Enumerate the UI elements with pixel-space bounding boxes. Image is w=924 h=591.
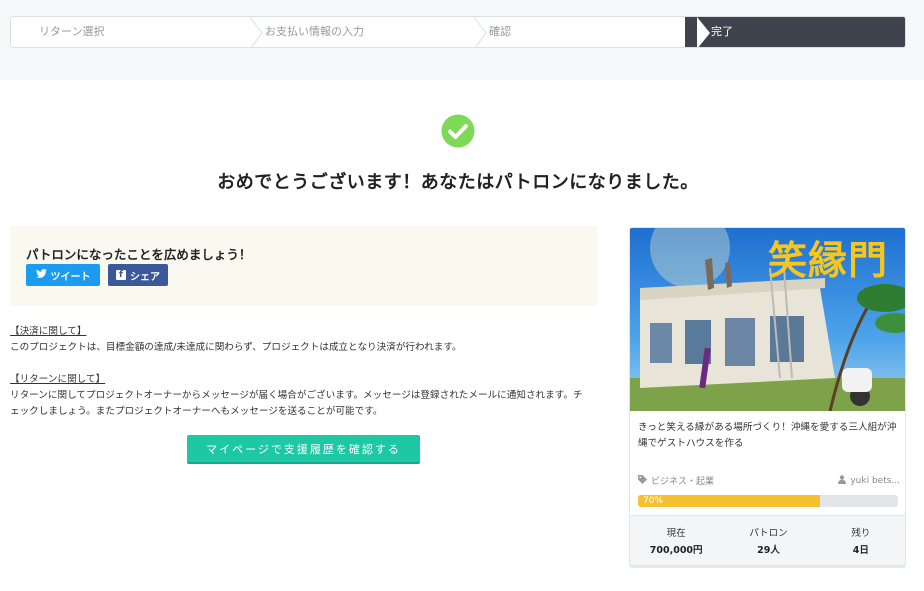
stat-value: 4日 xyxy=(852,545,869,556)
stat-current: 現在 700,000円 xyxy=(630,516,722,565)
facebook-share-button[interactable]: f シェア xyxy=(108,264,168,286)
stat-label: 残り xyxy=(851,528,871,539)
mypage-history-button[interactable]: マイページで支援履歴を確認する xyxy=(187,435,420,464)
stat-value: 29人 xyxy=(757,545,780,556)
return-text: リターンに関してプロジェクトオーナーからメッセージが届く場合がございます。メッセ… xyxy=(10,390,583,417)
step-return-select: リターン選択 xyxy=(11,17,263,47)
share-label: シェア xyxy=(130,271,160,283)
step-confirm: 確認 xyxy=(461,17,710,47)
tweet-button[interactable]: ツイート xyxy=(26,264,100,286)
check-circle-icon xyxy=(441,114,475,148)
step-complete: 完了 xyxy=(685,17,905,47)
twitter-bird-icon xyxy=(35,269,47,281)
funding-progress-bar: 70% xyxy=(638,495,898,507)
stat-value: 700,000円 xyxy=(649,545,703,556)
image-logo-text: 笑縁門 xyxy=(768,239,889,284)
stat-remaining: 残り 4日 xyxy=(815,516,905,565)
progress-fill: 70% xyxy=(638,495,820,507)
project-stats: 現在 700,000円 パトロン 29人 残り 4日 xyxy=(630,515,905,565)
owner[interactable]: yuki bets... xyxy=(838,474,900,487)
tweet-label: ツイート xyxy=(50,271,91,283)
step-label: 確認 xyxy=(489,25,511,38)
project-meta: ビジネス・起業 yuki bets... xyxy=(638,474,900,487)
step-label: 完了 xyxy=(711,25,733,38)
stat-label: 現在 xyxy=(666,528,686,539)
step-label: リターン選択 xyxy=(39,25,105,38)
step-payment-info: お支払い情報の入力 xyxy=(237,17,487,47)
project-title[interactable]: きっと笑える縁がある場所づくり！沖縄を愛する三人組が沖縄でゲストハウスを作る xyxy=(638,420,900,452)
return-heading: 【リターンに関して】 xyxy=(10,374,106,385)
step-label: お支払い情報の入力 xyxy=(265,25,364,38)
category[interactable]: ビジネス・起業 xyxy=(638,474,714,487)
settlement-heading: 【決済に関して】 xyxy=(10,326,87,337)
stat-label: パトロン xyxy=(749,528,788,539)
checkout-steps: リターン選択 お支払い情報の入力 確認 完了 xyxy=(10,16,906,48)
stat-patrons: パトロン 29人 xyxy=(722,516,814,565)
user-icon xyxy=(838,474,847,487)
share-box: パトロンになったことを広めましょう！ ツイート f シェア xyxy=(10,226,597,306)
tag-icon xyxy=(638,474,647,487)
notes: 【決済に関して】 このプロジェクトは、目標金額の達成/未達成に関わらず、プロジェ… xyxy=(10,324,590,420)
facebook-icon: f xyxy=(116,270,126,280)
owner-name: yuki bets... xyxy=(850,475,900,486)
project-card[interactable]: 笑縁門 きっと笑える縁がある場所づくり！沖縄を愛する三人組が沖縄でゲストハウスを… xyxy=(629,227,906,566)
share-title: パトロンになったことを広めましょう！ xyxy=(26,247,252,262)
success-title: おめでとうございます！あなたはパトロンになりました。 xyxy=(217,172,699,193)
settlement-text: このプロジェクトは、目標金額の達成/未達成に関わらず、プロジェクトは成立となり決… xyxy=(10,342,462,353)
category-label: ビジネス・起業 xyxy=(651,477,715,487)
